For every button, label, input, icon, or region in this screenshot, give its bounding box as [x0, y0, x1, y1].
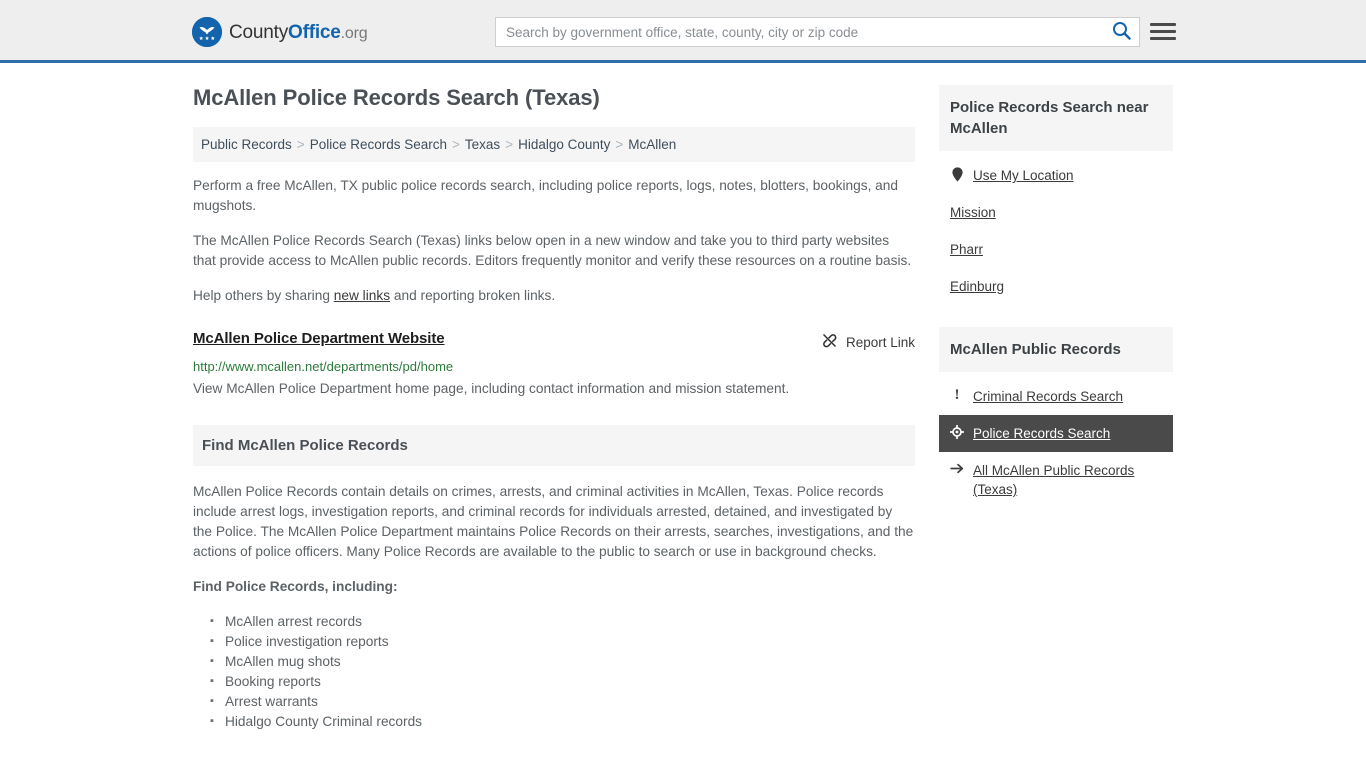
- sidebar-item-all-public-records[interactable]: All McAllen Public Records (Texas): [939, 452, 1173, 508]
- brand-part-org: .org: [340, 24, 368, 42]
- intro-paragraph-2: The McAllen Police Records Search (Texas…: [193, 233, 912, 268]
- breadcrumb-item-hidalgo-county[interactable]: Hidalgo County: [518, 137, 610, 152]
- intro-paragraph-1: Perform a free McAllen, TX public police…: [193, 178, 899, 213]
- search-icon: [1112, 21, 1131, 43]
- sidebar-item-edinburg[interactable]: Edinburg: [939, 268, 1173, 305]
- arrow-right-icon: [950, 461, 964, 475]
- eagle-shield-logo-icon: [192, 17, 222, 47]
- list-item: Booking reports: [210, 671, 915, 692]
- breadcrumb-separator: >: [615, 137, 624, 152]
- hamburger-bar: [1150, 36, 1176, 40]
- sidebar-item-label: Police Records Search: [973, 426, 1111, 441]
- brand-part-county: County: [229, 21, 289, 43]
- list-item: McAllen mug shots: [210, 651, 915, 672]
- records-type-list: McAllen arrest records Police investigat…: [193, 611, 915, 732]
- brand-part-office: Office: [288, 21, 341, 43]
- hamburger-bar: [1150, 22, 1176, 26]
- sidebar-item-label: Edinburg: [950, 279, 1005, 294]
- content-container: McAllen Police Records Search (Texas) Pu…: [193, 85, 1173, 732]
- breadcrumb-item-mcallen[interactable]: McAllen: [628, 137, 676, 152]
- breadcrumb-item-texas[interactable]: Texas: [465, 137, 500, 152]
- breadcrumb-separator: >: [452, 137, 460, 152]
- report-link-button[interactable]: Report Link: [821, 330, 915, 352]
- section-heading-find-records: Find McAllen Police Records: [193, 425, 915, 466]
- exclamation-icon: !: [954, 387, 960, 403]
- intro-paragraph-3: Help others by sharing new links and rep…: [193, 286, 915, 306]
- result-item: McAllen Police Department Website Report…: [193, 330, 915, 399]
- page-body: McAllen Police Records Search (Texas) Pu…: [0, 63, 1366, 732]
- sidebar-panel-nearby-links: Use My Location Mission Pharr Edinburg: [939, 151, 1173, 305]
- sidebar-item-label: Pharr: [950, 242, 984, 257]
- broken-link-icon: [821, 332, 838, 352]
- main-column: McAllen Police Records Search (Texas) Pu…: [193, 85, 915, 732]
- sidebar-panel-public-records: McAllen Public Records ! Criminal Record…: [939, 327, 1173, 508]
- crosshair-icon: [950, 424, 964, 439]
- breadcrumb-item-public-records[interactable]: Public Records: [201, 137, 292, 152]
- map-pin-icon: [950, 166, 964, 182]
- hamburger-bar: [1150, 29, 1176, 33]
- hamburger-menu-icon[interactable]: [1150, 18, 1176, 44]
- sidebar-panel-public-records-heading: McAllen Public Records: [939, 327, 1173, 372]
- result-url-link[interactable]: http://www.mcallen.net/departments/pd/ho…: [193, 359, 915, 374]
- sidebar-panel-nearby: Police Records Search near McAllen Use M…: [939, 85, 1173, 305]
- report-link-label: Report Link: [845, 334, 915, 350]
- search-button[interactable]: [1103, 18, 1139, 46]
- breadcrumb-item-police-records-search[interactable]: Police Records Search: [310, 137, 447, 152]
- sidebar-item-label: Criminal Records Search: [973, 389, 1124, 404]
- result-header-row: McAllen Police Department Website Report…: [193, 330, 915, 352]
- page-title: McAllen Police Records Search (Texas): [193, 85, 600, 110]
- sidebar-item-criminal-records-search[interactable]: ! Criminal Records Search: [939, 378, 1173, 415]
- section-body-text: McAllen Police Records contain details o…: [193, 484, 914, 559]
- new-links-link[interactable]: new links: [334, 288, 390, 303]
- site-brand-text: CountyOffice.org: [229, 21, 368, 43]
- sidebar-panel-nearby-heading: Police Records Search near McAllen: [939, 85, 1173, 151]
- sidebar-item-pharr[interactable]: Pharr: [939, 231, 1173, 268]
- search-input[interactable]: [496, 18, 1103, 46]
- sidebar-panel-public-records-links: ! Criminal Records Search Police Records…: [939, 372, 1173, 508]
- sidebar-item-police-records-search[interactable]: Police Records Search: [939, 415, 1173, 452]
- list-item: Arrest warrants: [210, 691, 915, 712]
- search-bar[interactable]: [495, 17, 1140, 47]
- breadcrumb-separator: >: [505, 137, 514, 152]
- site-header: CountyOffice.org: [0, 0, 1366, 63]
- breadcrumb: Public Records > Police Records Search > Tex…: [193, 127, 915, 162]
- list-heading: Find Police Records, including:: [193, 579, 398, 594]
- list-item: Police investigation reports: [210, 631, 915, 652]
- sidebar: Police Records Search near McAllen Use M…: [939, 85, 1173, 518]
- sidebar-item-label: All McAllen Public Records (Texas): [973, 463, 1135, 497]
- share-text-before: Help others by sharing: [193, 288, 334, 303]
- list-item: Hidalgo County Criminal records: [210, 711, 915, 732]
- result-description: View McAllen Police Department home page…: [193, 381, 790, 396]
- sidebar-item-label: Mission: [950, 205, 996, 220]
- breadcrumb-separator: >: [296, 137, 305, 152]
- site-logo-link[interactable]: CountyOffice.org: [192, 17, 368, 47]
- sidebar-item-use-my-location[interactable]: Use My Location: [939, 157, 1173, 194]
- list-item: McAllen arrest records: [210, 611, 915, 632]
- sidebar-item-label: Use My Location: [973, 168, 1074, 183]
- sidebar-item-mission[interactable]: Mission: [939, 194, 1173, 231]
- result-title-link[interactable]: McAllen Police Department Website: [193, 330, 445, 347]
- share-text-after: and reporting broken links.: [390, 288, 556, 303]
